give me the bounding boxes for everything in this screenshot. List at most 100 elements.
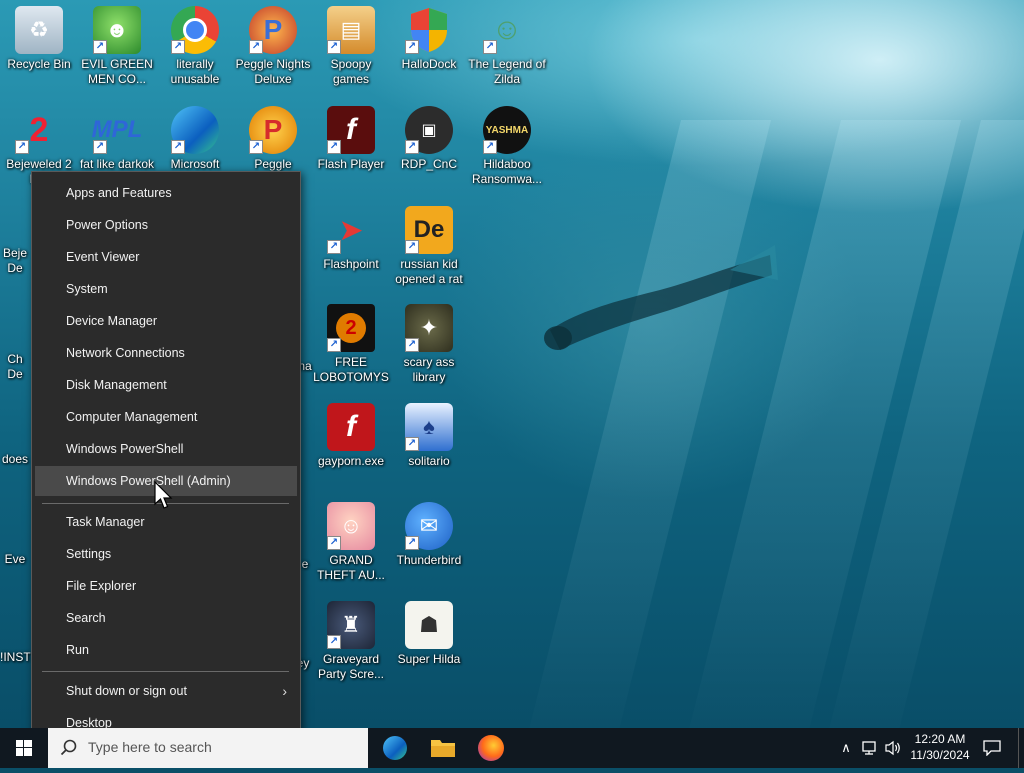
desktop-icon-label: russian kid opened a rat [395,257,463,286]
desktop-icon-super-hilda[interactable]: ☗ Super Hilda [390,601,468,667]
menu-item-settings[interactable]: Settings [35,539,297,569]
start-button[interactable] [0,728,48,768]
desktop-icon-partial[interactable]: Ch De [0,310,30,382]
network-status[interactable] [860,728,882,768]
desktop-icon-peggle-nights[interactable]: P ↗ Peggle Nights Deluxe [234,6,312,87]
shortcut-arrow-icon: ↗ [249,40,263,54]
windows-logo-icon [16,740,32,756]
clock-date: 11/30/2024 [910,748,970,762]
shortcut-arrow-icon: ↗ [483,40,497,54]
menu-item-system[interactable]: System [35,274,297,304]
taskbar-edge[interactable] [372,728,418,768]
desktop-icon-evil-green-men[interactable]: ☻ ↗ EVIL GREEN MEN CO... [78,6,156,87]
desktop-icon-fat-like-darkok[interactable]: MPL ↗ fat like darkok [78,106,156,172]
shortcut-arrow-icon: ↗ [405,240,419,254]
desktop-icon-scary-ass-library[interactable]: ✦ ↗ scary ass library [390,304,468,385]
desktop-icon-legend-of-zilda[interactable]: ☺ ↗ The Legend of Zilda [468,6,546,87]
menu-item-power-options[interactable]: Power Options [35,210,297,240]
search-icon [60,739,77,756]
taskbar-search-box[interactable]: Type here to search [48,728,368,768]
desktop-icon-spoopy-games[interactable]: ▤ ↗ Spoopy games [312,6,390,87]
folder-icon: ▤ ↗ [327,6,375,54]
speaker-icon [885,740,900,756]
green-men-icon: ☻ ↗ [93,6,141,54]
desktop-icon-partial[interactable]: !INST [0,606,31,665]
menu-item-apps-and-features[interactable]: Apps and Features [35,178,297,208]
library-icon: ✦ ↗ [405,304,453,352]
menu-item-label: Shut down or sign out [66,684,187,698]
de-icon: De ↗ [405,206,453,254]
desktop-icon-label: Peggle Nights Deluxe [235,57,311,86]
desktop-icon-partial[interactable]: does [0,408,30,467]
bejeweled-icon: 2 ↗ [15,106,63,154]
desktop-icon-label: Spoopy games [330,57,372,86]
shortcut-arrow-icon: ↗ [405,437,419,451]
shortcut-arrow-icon: ↗ [327,240,341,254]
shortcut-arrow-icon: ↗ [327,635,341,649]
edge-icon: ↗ [171,106,219,154]
file-explorer-icon [431,740,455,757]
menu-item-run[interactable]: Run [35,635,297,665]
desktop-icon-label: Recycle Bin [7,57,71,71]
system-clock[interactable]: 12:20 AM 11/30/2024 [902,731,978,763]
desktop-icon-partial[interactable]: Eve [0,508,30,567]
desktop-icon-literally-unusable[interactable]: ↗ literally unusable [156,6,234,87]
desktop-icon-label: gayporn.exe [317,454,385,468]
menu-item-search[interactable]: Search [35,603,297,633]
desktop-icon-gayporn[interactable]: f gayporn.exe [312,403,390,469]
desktop-icon-russian-kid[interactable]: De ↗ russian kid opened a rat [390,206,468,287]
desktop-icon-label: Graveyard Party Scre... [317,652,385,681]
edge-icon [383,736,407,760]
taskbar-firefox[interactable] [468,728,514,768]
thunderbird-icon: ✉ ↗ [405,502,453,550]
desktop-icon-flash-player[interactable]: f ↗ Flash Player [312,106,390,172]
desktop-icon-label: De [7,367,23,381]
desktop-icon-label: Eve [4,552,26,566]
menu-item-file-explorer[interactable]: File Explorer [35,571,297,601]
desktop-icon-rdp-cnc[interactable]: ▣ ↗ RDP_CnC [390,106,468,172]
volume-control[interactable] [883,728,903,768]
desktop-icon-solitario[interactable]: ♠ ↗ solitario [390,403,468,469]
desktop-icon-graveyard-party[interactable]: ♜ ↗ Graveyard Party Scre... [312,601,390,682]
desktop-icon-label: !INST [0,650,31,664]
power-user-menu: Apps and Features Power Options Event Vi… [31,171,301,749]
mouse-cursor-icon [154,481,173,509]
menu-item-computer-management[interactable]: Computer Management [35,402,297,432]
action-center-button[interactable] [980,728,1004,768]
flash-icon: f [327,403,375,451]
menu-item-disk-management[interactable]: Disk Management [35,370,297,400]
taskbar: Type here to search ∧ 12:20 AM 11/30/202… [0,728,1024,768]
desktop-icon-flashpoint[interactable]: ➤ ↗ Flashpoint [312,206,390,272]
menu-item-windows-powershell[interactable]: Windows PowerShell [35,434,297,464]
show-hidden-icons-button[interactable]: ∧ [836,728,856,768]
swimmer-figure [544,245,778,350]
yashma-icon: YASHMA ↗ [483,106,531,154]
menu-item-task-manager[interactable]: Task Manager [35,507,297,537]
desktop-icon-label: De [7,261,23,275]
flashpoint-icon: ➤ ↗ [327,206,375,254]
desktop-icon-free-lobotomys[interactable]: 2 ↗ FREE LOBOTOMYS [312,304,390,385]
desktop-icon-grand-theft[interactable]: ☺ ↗ GRAND THEFT AU... [312,502,390,583]
shortcut-arrow-icon: ↗ [171,40,185,54]
desktop-icon-hallodock[interactable]: ↗ HalloDock [390,6,468,72]
menu-item-device-manager[interactable]: Device Manager [35,306,297,336]
shortcut-arrow-icon: ↗ [405,536,419,550]
desktop-icon-thunderbird[interactable]: ✉ ↗ Thunderbird [390,502,468,568]
desktop-icon-label: Flashpoint [323,257,379,271]
desktop-icon-microsoft[interactable]: ↗ Microsoft [156,106,234,172]
taskbar-file-explorer[interactable] [420,728,466,768]
desktop-icon-label: FREE LOBOTOMYS [313,355,389,384]
menu-item-event-viewer[interactable]: Event Viewer [35,242,297,272]
desktop-icon-hildaboo[interactable]: YASHMA ↗ Hildaboo Ransomwa... [468,106,546,187]
desktop-icon-label: Microsoft [170,157,220,171]
shortcut-arrow-icon: ↗ [327,338,341,352]
menu-item-shut-down-or-sign-out[interactable]: Shut down or sign out › [35,676,297,706]
desktop-icon-label: RDP_CnC [400,157,457,171]
recycle-bin-icon: ♻ [15,6,63,54]
desktop-icon-recycle-bin[interactable]: ♻ Recycle Bin [0,6,78,72]
show-desktop-button[interactable] [1018,728,1024,768]
desktop-icon-partial[interactable]: Beje De [0,210,30,276]
pixel-art-icon: ☗ [405,601,453,649]
menu-item-network-connections[interactable]: Network Connections [35,338,297,368]
shortcut-arrow-icon: ↗ [327,40,341,54]
